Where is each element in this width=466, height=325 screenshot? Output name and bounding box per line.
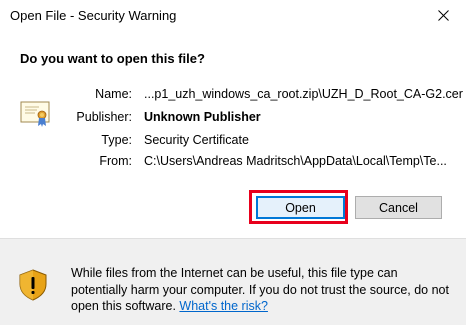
- from-row: From: C:\Users\Andreas Madritsch\AppData…: [70, 154, 460, 172]
- close-button[interactable]: [420, 0, 466, 31]
- name-label: Name:: [95, 87, 132, 101]
- type-row: Type: Security Certificate: [70, 133, 460, 151]
- title-bar: Open File - Security Warning: [0, 0, 466, 32]
- type-value: Security Certificate: [144, 133, 249, 147]
- warning-footer: While files from the Internet can be use…: [0, 239, 466, 325]
- open-button[interactable]: Open: [256, 196, 345, 219]
- cancel-button[interactable]: Cancel: [355, 196, 442, 219]
- certificate-icon: [20, 101, 50, 127]
- security-warning-dialog: Open File - Security Warning Do you want…: [0, 0, 466, 325]
- publisher-row: Publisher: Unknown Publisher: [70, 110, 460, 128]
- name-value: ...p1_uzh_windows_ca_root.zip\UZH_D_Root…: [144, 87, 463, 101]
- from-value: C:\Users\Andreas Madritsch\AppData\Local…: [144, 154, 447, 168]
- warning-message: While files from the Internet can be use…: [71, 265, 456, 315]
- type-label: Type:: [101, 133, 132, 147]
- close-icon: [437, 10, 449, 21]
- from-label: From:: [99, 154, 132, 168]
- window-title: Open File - Security Warning: [10, 8, 177, 23]
- whats-the-risk-link[interactable]: What's the risk?: [179, 299, 268, 313]
- shield-warning-icon: [19, 269, 47, 301]
- name-row: Name: ...p1_uzh_windows_ca_root.zip\UZH_…: [70, 87, 463, 105]
- publisher-label: Publisher:: [76, 110, 132, 124]
- dialog-heading: Do you want to open this file?: [20, 51, 205, 66]
- publisher-value: Unknown Publisher: [144, 110, 261, 124]
